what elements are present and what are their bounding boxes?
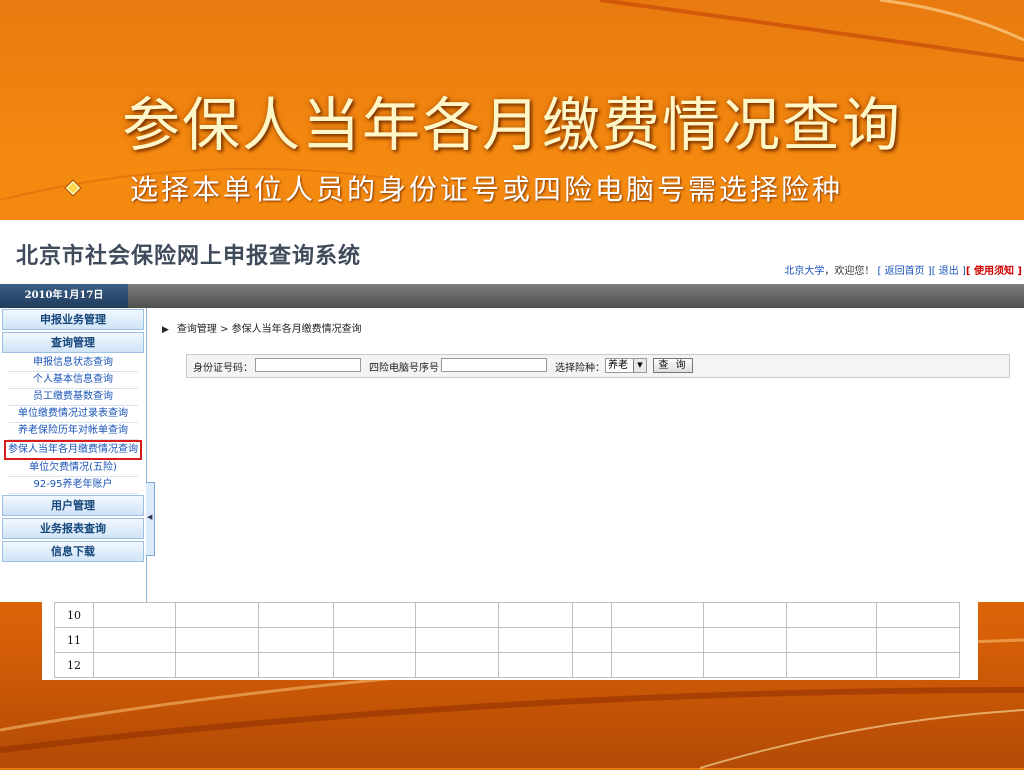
diamond-bullet-icon [64,179,82,197]
table-cell [703,652,787,678]
sidebar-item-payment-base[interactable]: 员工缴费基数查询 [8,389,138,406]
table-cell [876,602,960,628]
sidebar-item-unit-arrears[interactable]: 单位欠费情况(五险) [8,460,138,477]
collapse-arrow-icon: ◀ [147,513,153,521]
month-cell: 12 [54,652,94,678]
insurance-type-label: 选择险种： [555,363,605,374]
search-form: 身份证号码： 四险电脑号序号： 选择险种： 养老 ▼ 查 询 [186,354,1010,378]
table-cell [257,652,334,678]
home-link[interactable]: [ 返回首页 ] [878,266,932,277]
table-cell [876,627,960,653]
table-cell [332,602,417,628]
system-logo: 北京市社会保险网上申报查询系统 [16,244,362,269]
table-row: 12 [54,652,960,678]
embedded-screenshot: 北京市社会保险网上申报查询系统 北京大学，欢迎您！ [ 返回首页 ][ 退出 ]… [0,220,1024,602]
id-number-label: 身份证号码： [193,363,253,374]
month-cell: 10 [54,602,94,628]
sidebar-item-monthly-payment[interactable]: 参保人当年各月缴费情况查询 [4,440,142,460]
month-cell: 11 [54,627,94,653]
insurance-type-select[interactable]: 养老 ▼ [605,358,647,373]
id-number-input[interactable] [255,358,361,372]
table-cell [876,652,960,678]
sidebar-item-declaration-status[interactable]: 申报信息状态查询 [8,355,138,372]
welcome-text: ，欢迎您！ [824,266,875,277]
table-cell [175,652,259,678]
slide-title: 参保人当年各月缴费情况查询 [121,91,902,159]
table-cell [497,602,574,628]
table-row: 11 [54,627,960,653]
table-cell [92,602,177,628]
date-bar: 2010年1月17日 [0,284,1024,308]
table-cell [785,602,878,628]
query-button[interactable]: 查 询 [653,358,693,373]
table-cell [415,652,499,678]
monthly-payment-table: 10 11 12 [42,602,978,680]
sidebar: 申报业务管理 查询管理 申报信息状态查询 个人基本信息查询 员工缴费基数查询 单… [0,308,147,602]
table-cell [175,627,259,653]
sidebar-section-user-management[interactable]: 用户管理 [2,495,144,516]
table-cell [257,627,334,653]
table-cell [572,652,612,678]
breadcrumb-text: 查询管理 > 参保人当年各月缴费情况查询 [176,324,362,335]
table-cell [610,602,705,628]
sidebar-section-info-download[interactable]: 信息下载 [2,541,144,562]
table-row: 10 [54,602,960,628]
user-links: 北京大学，欢迎您！ [ 返回首页 ][ 退出 ][ 使用须知 ] [784,262,1022,277]
table-cell [92,627,177,653]
sidebar-item-personal-info[interactable]: 个人基本信息查询 [8,372,138,389]
user-name: 北京大学 [784,266,825,277]
table-cell [415,602,499,628]
sidebar-section-business-report[interactable]: 业务报表查询 [2,518,144,539]
table-cell [572,627,612,653]
notice-link[interactable]: [ 使用须知 ] [966,266,1022,277]
sidebar-collapse-handle[interactable]: ◀ [146,482,155,556]
table-cell [610,652,705,678]
table-cell [610,627,705,653]
computer-number-input[interactable] [441,358,547,372]
table-cell [175,602,259,628]
insurance-type-value: 养老 [608,360,628,371]
table-cell [415,627,499,653]
main-content: ▶ 查询管理 > 参保人当年各月缴费情况查询 身份证号码： 四险电脑号序号： 选择… [160,308,1024,602]
slide-bullet: 选择本单位人员的身份证号或四险电脑号需选择险种 [64,168,843,208]
table-cell [572,602,612,628]
computer-number-label: 四险电脑号序号： [369,363,449,374]
logout-link[interactable]: [ 退出 ] [932,266,966,277]
bullet-text: 选择本单位人员的身份证号或四险电脑号需选择险种 [130,173,844,206]
sidebar-section-query[interactable]: 查询管理 [2,332,144,353]
table-cell [332,627,417,653]
months-table: 10 11 12 [54,602,960,678]
table-cell [703,602,787,628]
table-cell [703,627,787,653]
sidebar-item-unit-payment-record[interactable]: 单位缴费情况过录表查询 [8,406,138,423]
table-cell [497,627,574,653]
table-cell [785,652,878,678]
table-cell [332,652,417,678]
sidebar-item-pension-statement[interactable]: 养老保险历年对帐单查询 [8,423,138,440]
table-cell [257,602,334,628]
dropdown-arrow-icon[interactable]: ▼ [633,359,646,372]
breadcrumb: ▶ 查询管理 > 参保人当年各月缴费情况查询 [162,320,362,335]
sidebar-item-pension-account[interactable]: 92-95养老年账户 [8,477,138,494]
sidebar-section-declaration[interactable]: 申报业务管理 [2,309,144,330]
table-cell [497,652,574,678]
current-date: 2010年1月17日 [0,284,128,308]
table-cell [92,652,177,678]
system-header: 北京市社会保险网上申报查询系统 北京大学，欢迎您！ [ 返回首页 ][ 退出 ]… [0,220,1024,284]
table-cell [785,627,878,653]
breadcrumb-arrow-icon: ▶ [162,325,169,335]
